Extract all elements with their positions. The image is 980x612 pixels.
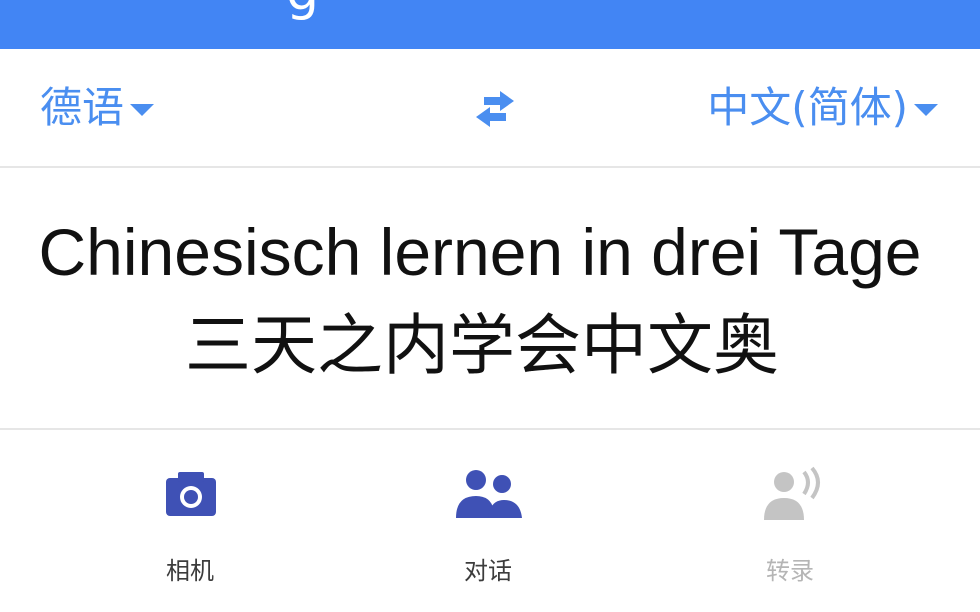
target-language-label: 中文(简体) bbox=[707, 83, 908, 132]
source-text[interactable]: Chinesisch lernen in drei Tage bbox=[0, 212, 960, 292]
caret-down-icon bbox=[914, 104, 938, 116]
conversation-button[interactable]: 对话 bbox=[398, 464, 578, 594]
camera-button[interactable]: 相机 bbox=[100, 464, 280, 594]
translation-area: Chinesisch lernen in drei Tage 三天之内学会中文奥 bbox=[0, 168, 980, 430]
camera-label: 相机 bbox=[166, 557, 214, 585]
caret-down-icon bbox=[130, 104, 155, 116]
transcribe-label: 转录 bbox=[766, 557, 814, 585]
language-selector-row: 德语 中文(简体) bbox=[0, 49, 980, 168]
swap-arrows-icon bbox=[476, 91, 514, 127]
translate-app: g 德语 中文(简体) Chinesisch lernen in drei Ta… bbox=[0, 0, 980, 612]
camera-icon bbox=[166, 472, 216, 516]
transcribe-button[interactable]: 转录 bbox=[700, 464, 880, 594]
source-language-label: 德语 bbox=[40, 83, 125, 132]
target-language-selector[interactable]: 中文(简体) bbox=[707, 82, 938, 134]
swap-languages-button[interactable] bbox=[470, 87, 520, 131]
app-title: g bbox=[286, 0, 319, 18]
source-language-selector[interactable]: 德语 bbox=[40, 82, 155, 134]
transcribe-icon bbox=[764, 466, 820, 520]
conversation-icon bbox=[456, 470, 522, 518]
conversation-label: 对话 bbox=[464, 557, 512, 585]
input-tools-row: 相机 对话 转录 bbox=[0, 430, 980, 612]
translated-text: 三天之内学会中文奥 bbox=[185, 307, 779, 384]
app-bar: g bbox=[0, 0, 980, 49]
